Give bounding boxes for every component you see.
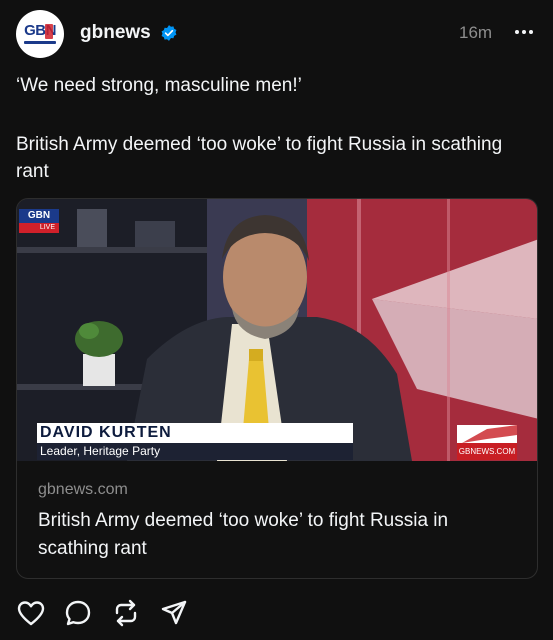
- lower-third-name: DAVID KURTEN: [37, 423, 353, 443]
- channel-logo: GBN: [19, 209, 59, 223]
- post-actions: [0, 598, 553, 632]
- heart-icon[interactable]: [16, 598, 46, 628]
- username[interactable]: gbnews: [80, 22, 151, 44]
- caption-body: British Army deemed ‘too woke’ to fight …: [16, 134, 503, 182]
- post-timestamp: 16m: [459, 23, 493, 42]
- live-label: LIVE: [19, 223, 59, 233]
- avatar-logo-underline: [24, 41, 56, 44]
- url-badge: GBNEWS.COM: [457, 443, 517, 460]
- more-options-icon[interactable]: [513, 22, 535, 42]
- repost-icon[interactable]: [111, 598, 141, 628]
- verified-badge-icon: [161, 25, 177, 41]
- caption-quote: ‘We need strong, masculine men!’: [16, 75, 302, 96]
- send-icon[interactable]: [159, 598, 189, 628]
- lower-third-role: Leader, Heritage Party: [37, 443, 353, 460]
- link-domain: gbnews.com: [38, 481, 128, 498]
- comment-bubble-icon[interactable]: [63, 598, 93, 628]
- avatar[interactable]: GBN: [16, 10, 64, 58]
- article-thumbnail[interactable]: [17, 199, 538, 461]
- avatar-logo-text: GBN: [24, 22, 56, 39]
- link-preview-card[interactable]: GBN LIVE DAVID KURTEN Leader, Heritage P…: [16, 198, 538, 579]
- avatar-logo-accent: [45, 24, 53, 39]
- link-title[interactable]: British Army deemed ‘too woke’ to fight …: [38, 507, 518, 563]
- post-header: GBN gbnews 16m: [0, 0, 553, 68]
